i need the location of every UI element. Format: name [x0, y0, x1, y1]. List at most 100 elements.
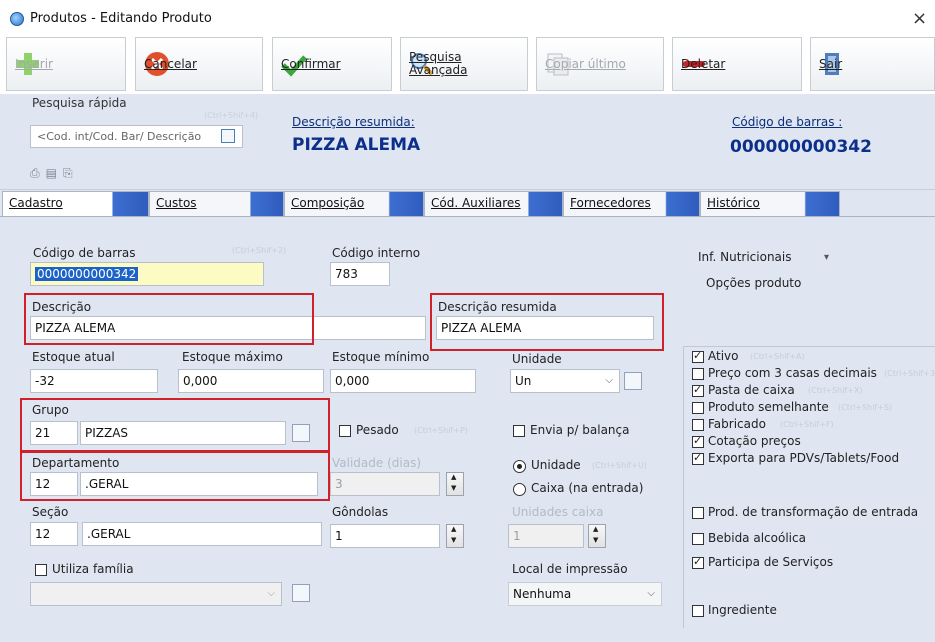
option-ativo-label: Ativo — [708, 349, 739, 363]
header-barcode-value: 000000000342 — [730, 137, 872, 157]
option-3-decimals-hint: (Ctrl+Shif+3) — [884, 369, 935, 378]
quick-search-input[interactable]: <Cod. int/Cod. Bar/ Descrição — [30, 125, 243, 148]
box-radio[interactable] — [513, 483, 526, 496]
dropdown-arrow-icon[interactable]: ▾ — [824, 252, 829, 263]
unit-radio[interactable] — [513, 460, 526, 473]
unit-grid-icon[interactable] — [624, 372, 642, 390]
print-location-select[interactable]: Nenhuma ⌵ — [508, 582, 662, 606]
option-ativo-hint: (Ctrl+Shif+A) — [750, 352, 805, 361]
exit-button[interactable]: Sair — [810, 37, 935, 91]
scale-checkbox[interactable] — [513, 425, 525, 437]
option-servicos-checkbox[interactable] — [692, 555, 704, 569]
units-box-stepper[interactable] — [588, 524, 606, 548]
search-edit-icon[interactable] — [221, 129, 235, 143]
delete-button[interactable]: Deletar — [672, 37, 802, 91]
weighed-checkbox[interactable] — [339, 425, 351, 437]
chevron-down-icon: ⌵ — [605, 375, 613, 386]
gondolas-field[interactable]: 1 — [330, 524, 440, 548]
advanced-search-button[interactable]: Pesquisa Avançada — [400, 37, 528, 91]
option-fabricado-label: Fabricado — [708, 417, 766, 431]
option-3-decimals-checkbox[interactable] — [692, 368, 704, 380]
unit-select[interactable]: Un ⌵ — [510, 369, 620, 393]
option-pasta-caixa-label: Pasta de caixa — [708, 383, 795, 397]
option-pasta-caixa-checkbox[interactable] — [692, 383, 704, 397]
section-code-field[interactable]: 12 — [30, 522, 78, 546]
barcode-field[interactable]: 0000000000342 — [30, 262, 264, 286]
window-title: Produtos - Editando Produto — [30, 11, 212, 26]
nutrition-info-menu[interactable]: Inf. Nutricionais — [698, 250, 792, 264]
cancel-button[interactable]: Cancelar — [135, 37, 263, 91]
tab-composicao[interactable]: Composição — [284, 191, 424, 216]
internal-code-field[interactable]: 783 — [330, 262, 390, 286]
option-bebida-label: Bebida alcoólica — [708, 531, 806, 545]
weighed-label: Pesado — [356, 423, 399, 437]
unit-label: Unidade — [512, 352, 562, 366]
toolbar: Inserir Cancelar Confirmar Pesquisa Avan… — [0, 37, 935, 93]
family-grid-icon[interactable] — [292, 584, 310, 602]
product-options-label: Opções produto — [706, 276, 802, 290]
option-ingrediente-checkbox[interactable] — [692, 605, 704, 617]
tab-fornecedores[interactable]: Fornecedores — [563, 191, 700, 216]
stock-current-field[interactable]: -32 — [30, 369, 158, 393]
option-fabricado-checkbox[interactable] — [692, 419, 704, 431]
barcode-hint: (Ctrl+Shif+2) — [232, 246, 287, 255]
quick-search-hint: (Ctrl+Shif+4) — [204, 111, 259, 120]
family-checkbox[interactable] — [35, 564, 47, 576]
option-transformacao-checkbox[interactable] — [692, 507, 704, 519]
quick-search-label: Pesquisa rápida — [32, 96, 127, 110]
option-3-decimals-label: Preço com 3 casas decimais — [708, 366, 877, 380]
units-box-field[interactable]: 1 — [508, 524, 584, 548]
summary-description-label: Descrição resumida: — [292, 115, 415, 129]
highlight-box-description — [24, 293, 314, 345]
chevron-down-icon: ⌵ — [647, 588, 655, 599]
option-similar-hint: (Ctrl+Shif+S) — [838, 403, 893, 412]
print-location-label: Local de impressão — [512, 562, 628, 576]
section-name-field[interactable]: .GERAL — [82, 522, 322, 546]
app-logo-icon — [10, 12, 24, 26]
stock-min-field[interactable]: 0,000 — [330, 369, 476, 393]
tab-cod-auxiliares[interactable]: Cód. Auxiliares — [424, 191, 563, 216]
header-barcode-label: Código de barras : — [732, 115, 843, 129]
option-similar-checkbox[interactable] — [692, 402, 704, 414]
copy-last-button[interactable]: Copiar último — [536, 37, 664, 91]
stock-max-label: Estoque máximo — [182, 350, 283, 364]
option-fabricado-hint: (Ctrl+Shif+F) — [780, 420, 834, 429]
family-select[interactable]: ⌵ — [30, 582, 282, 606]
option-ativo-checkbox[interactable] — [692, 349, 704, 363]
gondolas-stepper[interactable] — [446, 524, 464, 548]
option-servicos-label: Participa de Serviços — [708, 555, 834, 569]
option-ingrediente-label: Ingrediente — [708, 603, 777, 617]
close-icon[interactable]: × — [912, 8, 927, 29]
stock-current-label: Estoque atual — [32, 350, 115, 364]
stock-max-field[interactable]: 0,000 — [178, 369, 324, 393]
validity-stepper[interactable] — [446, 472, 464, 496]
barcode-label: Código de barras — [33, 246, 136, 260]
units-box-label: Unidades caixa — [512, 505, 604, 519]
summary-description-value: PIZZA ALEMA — [292, 135, 421, 155]
option-exporta-checkbox[interactable] — [692, 451, 704, 465]
highlight-box-department — [20, 451, 330, 501]
option-bebida-checkbox[interactable] — [692, 533, 704, 545]
confirm-button[interactable]: Confirmar — [272, 37, 392, 91]
validity-field[interactable]: 3 — [330, 472, 440, 496]
option-transformacao-label: Prod. de transformação de entrada — [708, 505, 919, 519]
tab-historico[interactable]: Histórico — [700, 191, 840, 216]
highlight-box-group — [20, 398, 330, 452]
option-cotacao-checkbox[interactable] — [692, 434, 704, 448]
unit-radio-label: Unidade — [531, 458, 581, 472]
quick-tools-icons[interactable]: ⎙▤⎘ — [30, 166, 79, 181]
option-exporta-label: Exporta para PDVs/Tablets/Food — [708, 451, 900, 465]
tab-custos[interactable]: Custos — [149, 191, 284, 216]
box-radio-label: Caixa (na entrada) — [531, 481, 644, 495]
internal-code-label: Código interno — [332, 246, 421, 260]
tab-cadastro[interactable]: Cadastro — [2, 191, 149, 216]
scale-label: Envia p/ balança — [530, 423, 630, 437]
unit-radio-hint: (Ctrl+Shif+U) — [592, 461, 647, 470]
option-cotacao-label: Cotação preços — [708, 434, 801, 448]
stock-min-label: Estoque mínimo — [332, 350, 430, 364]
chevron-down-icon: ⌵ — [267, 588, 275, 599]
gondolas-label: Gôndolas — [332, 505, 389, 519]
insert-button[interactable]: Inserir — [6, 37, 126, 91]
weighed-hint: (Ctrl+Shif+P) — [414, 426, 468, 435]
highlight-box-summary-description — [430, 293, 664, 351]
